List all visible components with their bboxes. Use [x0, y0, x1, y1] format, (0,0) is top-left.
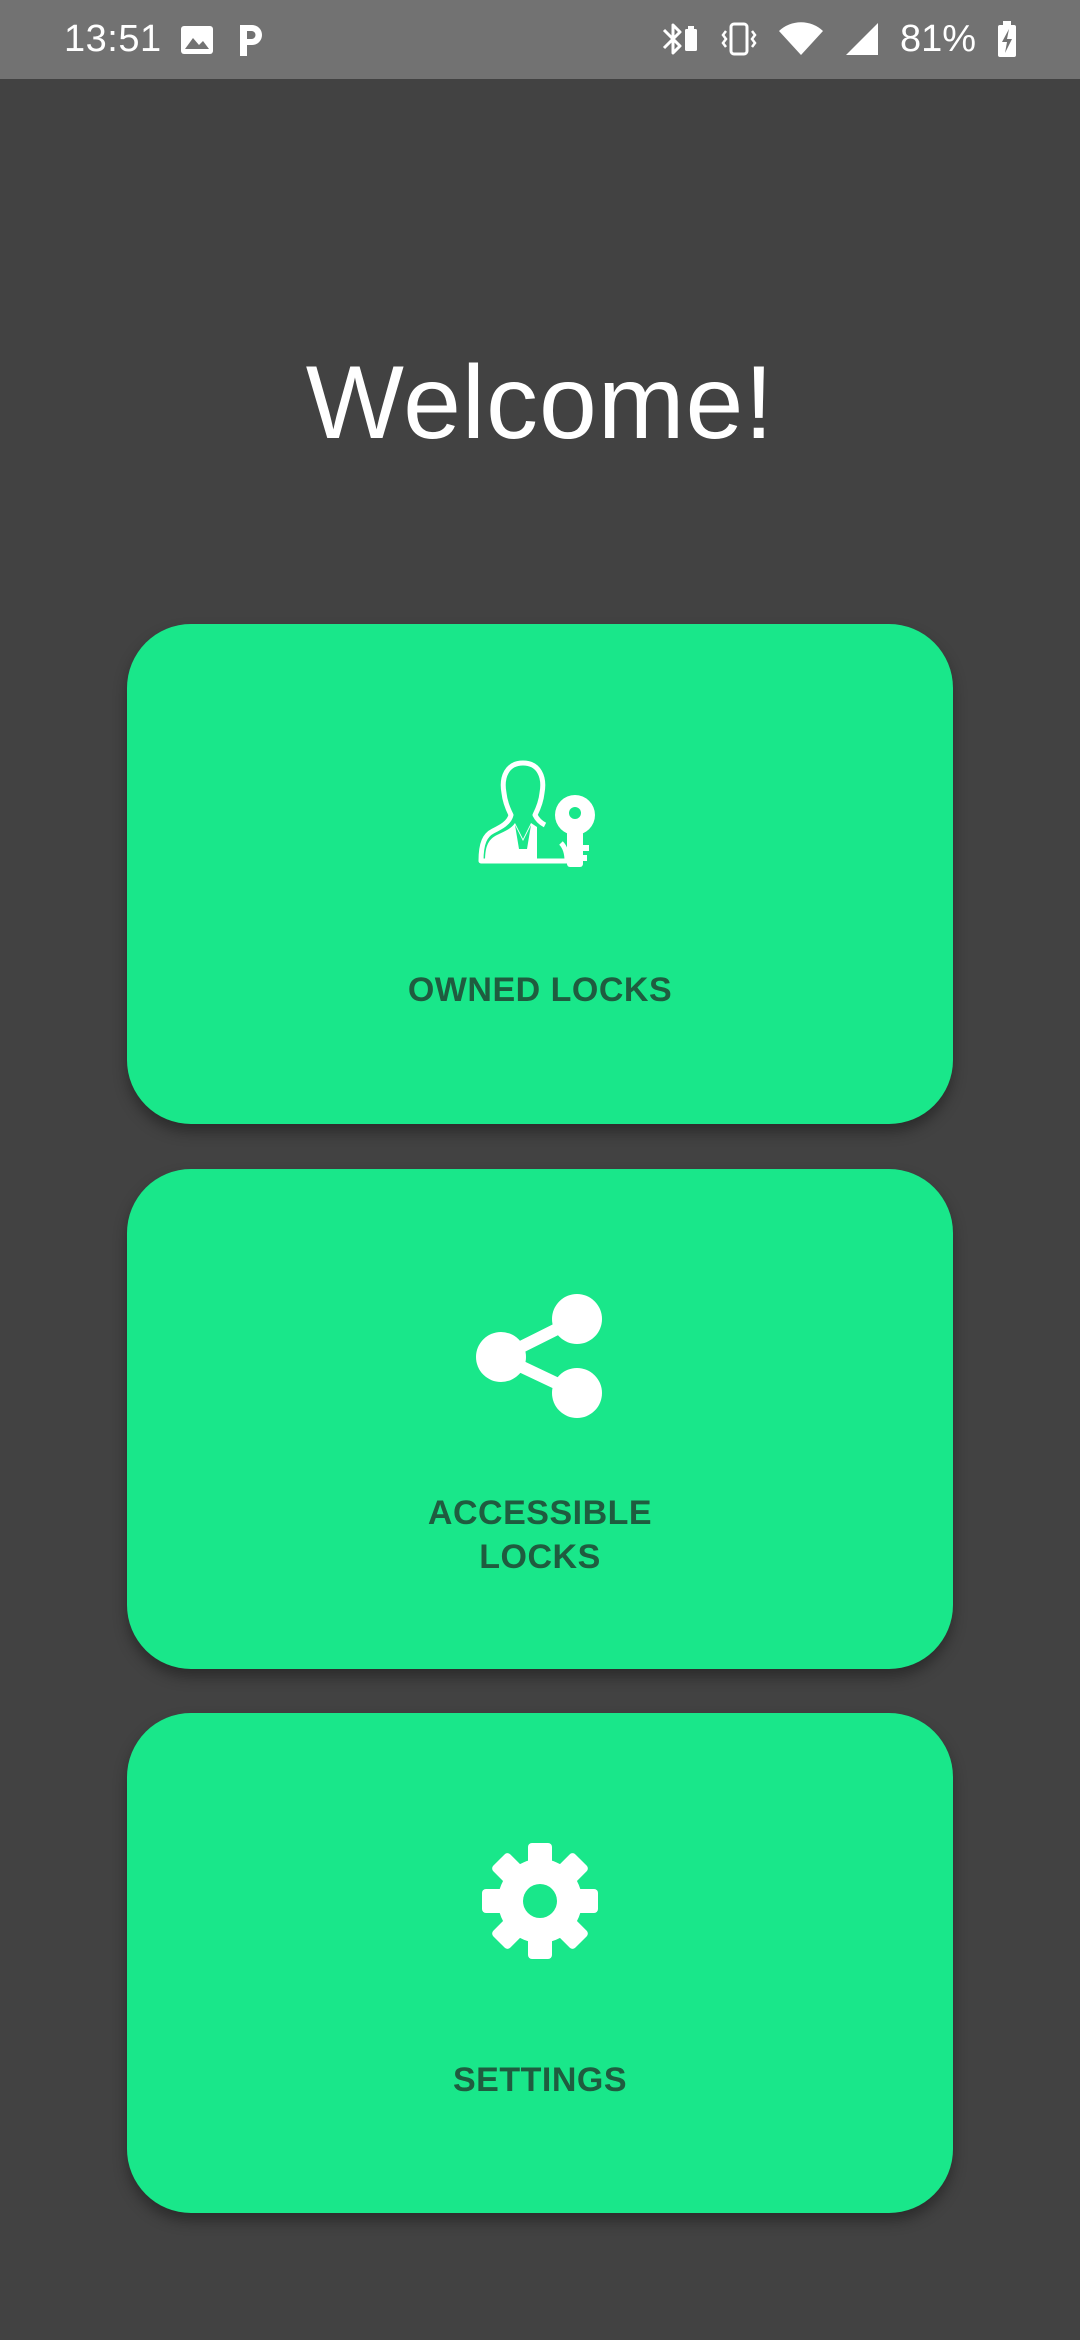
settings-label: SETTINGS [452, 2061, 628, 2099]
vibrate-icon [720, 20, 758, 58]
status-right-icons: 81% [660, 14, 1018, 64]
bluetooth-battery-icon [660, 20, 700, 58]
owned-locks-label: OWNED LOCKS [407, 971, 673, 1009]
gear-icon [480, 1841, 600, 1966]
status-left-icons [180, 20, 266, 60]
page-title: Welcome! [305, 345, 775, 461]
cell-signal-icon [844, 21, 880, 57]
battery-charging-icon [996, 20, 1018, 58]
person-key-icon [477, 757, 603, 882]
accessible-locks-button[interactable]: ACCESSIBLE LOCKS [127, 1169, 953, 1669]
settings-button[interactable]: SETTINGS [127, 1713, 953, 2213]
owned-locks-button[interactable]: OWNED LOCKS [127, 624, 953, 1124]
image-icon [180, 25, 214, 55]
battery-percent: 81% [899, 18, 976, 60]
accessible-locks-label: ACCESSIBLE LOCKS [427, 1494, 653, 1576]
parking-p-icon [236, 22, 266, 58]
status-bar: 13:51 81% [0, 0, 1080, 79]
share-icon [475, 1291, 605, 1426]
status-time: 13:51 [64, 18, 162, 60]
wifi-icon [778, 21, 824, 57]
